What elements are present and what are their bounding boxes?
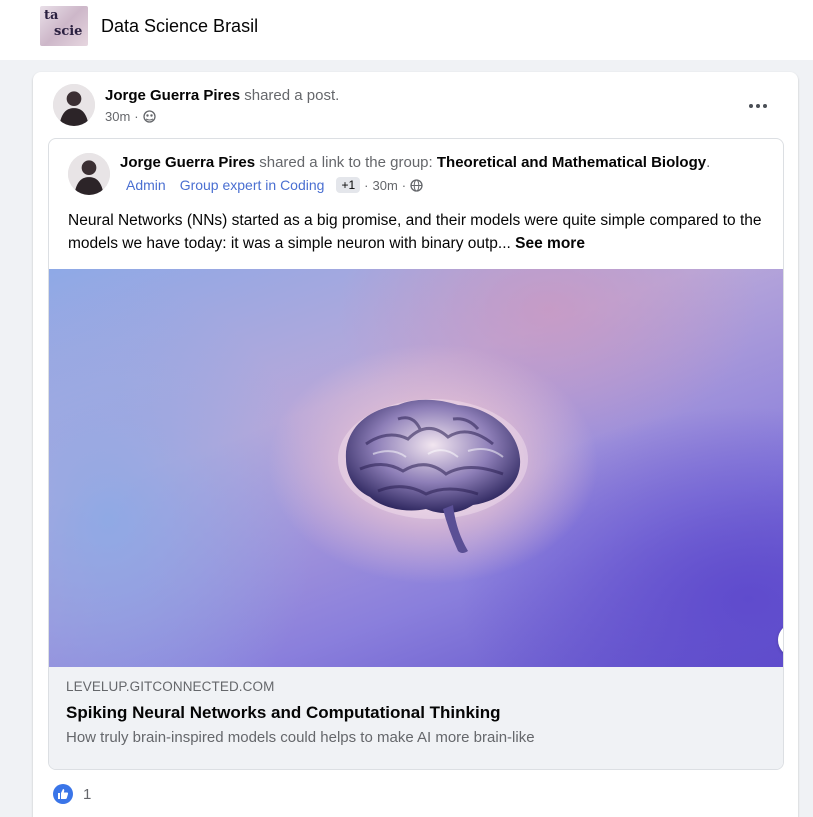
shared-header: Jorge Guerra Pires shared a link to the …: [120, 154, 710, 171]
brain-illustration: [338, 399, 528, 553]
shared-action-text: shared a link to the group:: [259, 154, 433, 171]
group-logo[interactable]: ta scie: [40, 6, 88, 46]
shared-author-avatar[interactable]: [68, 153, 110, 195]
link-description: How truly brain-inspired models could he…: [66, 729, 535, 746]
group-logo-text-2: scie: [54, 24, 83, 39]
shared-group-name[interactable]: Theoretical and Mathematical Biology: [437, 154, 706, 171]
globe-icon: [410, 178, 423, 192]
group-name[interactable]: Data Science Brasil: [101, 16, 258, 37]
link-title[interactable]: Spiking Neural Networks and Computationa…: [66, 703, 783, 723]
shared-author-name[interactable]: Jorge Guerra Pires: [120, 154, 255, 171]
more-icon[interactable]: [744, 96, 772, 116]
group-header: ta scie Data Science Brasil: [0, 0, 813, 60]
post-body: Neural Networks (NNs) started as a big p…: [68, 209, 768, 255]
shared-post: Jorge Guerra Pires shared a link to the …: [48, 138, 784, 770]
link-preview-image[interactable]: i: [49, 269, 783, 667]
post-body-text: Neural Networks (NNs) started as a big p…: [68, 212, 762, 252]
badge-admin[interactable]: Admin: [126, 177, 166, 193]
post-timestamp[interactable]: 30m: [105, 109, 130, 124]
meta-separator: ·: [134, 109, 139, 124]
meta-separator: ·: [364, 177, 369, 193]
like-icon: [53, 784, 73, 804]
post-author-name[interactable]: Jorge Guerra Pires: [105, 87, 240, 104]
post-card: Jorge Guerra Pires shared a post. 30m · …: [33, 72, 798, 817]
group-icon: [142, 110, 156, 123]
link-preview[interactable]: LEVELUP.GITCONNECTED.COM Spiking Neural …: [49, 667, 783, 769]
shared-meta: Admin Group expert in Coding +1 · 30m ·: [126, 177, 423, 193]
reaction-count: 1: [83, 785, 92, 803]
link-domain: LEVELUP.GITCONNECTED.COM: [66, 679, 275, 694]
reactions-summary[interactable]: 1: [53, 784, 91, 804]
post-action-text: shared a post.: [244, 87, 340, 104]
badge-group-expert[interactable]: Group expert in Coding: [180, 177, 325, 193]
shared-timestamp[interactable]: 30m: [372, 178, 397, 193]
post-header: Jorge Guerra Pires shared a post.: [105, 87, 339, 104]
extra-badges[interactable]: +1: [336, 177, 361, 193]
shared-period: .: [706, 154, 711, 171]
group-logo-text-1: ta: [44, 8, 59, 23]
meta-separator: ·: [401, 177, 407, 193]
post-meta: 30m ·: [105, 109, 156, 124]
author-avatar[interactable]: [53, 84, 95, 126]
see-more-link[interactable]: See more: [515, 235, 585, 252]
